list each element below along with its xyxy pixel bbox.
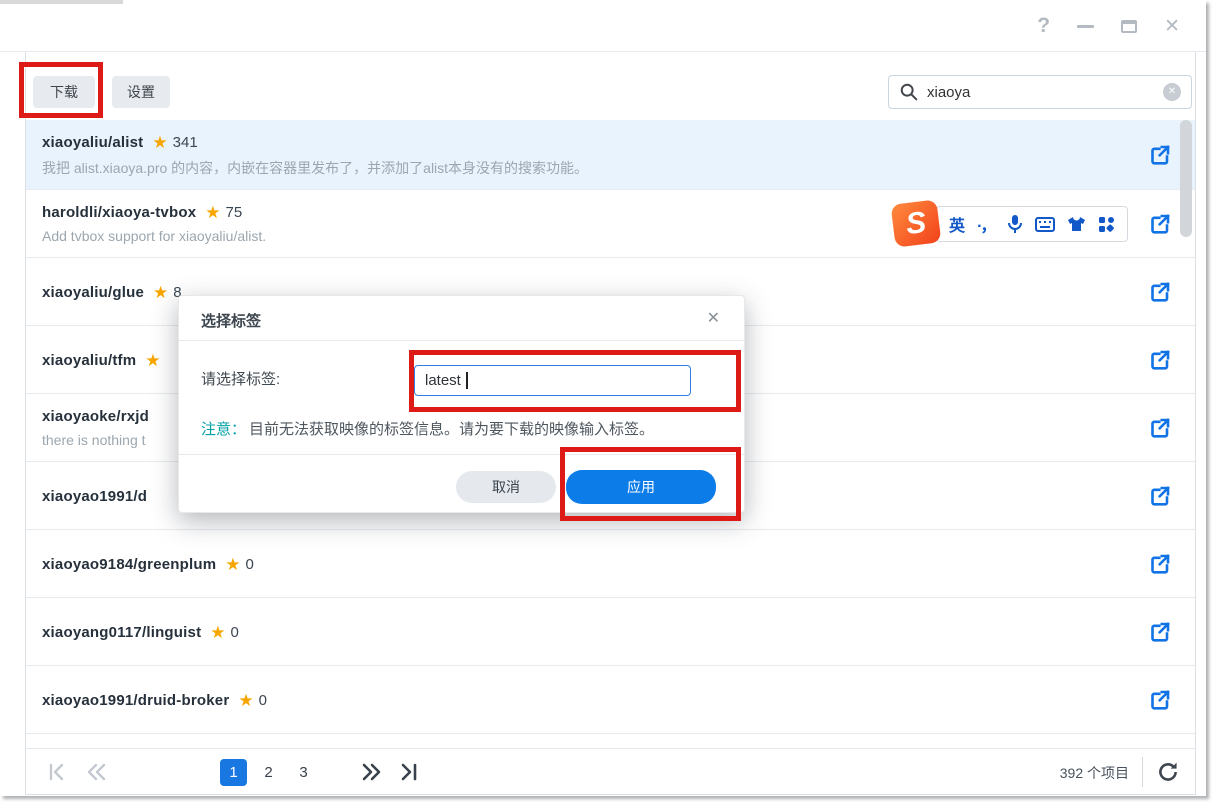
list-item[interactable]: xiaoyao1991/druid-broker 0 [26, 666, 1195, 734]
external-link-icon[interactable] [1148, 348, 1172, 372]
titlebar: ? ✕ [0, 0, 1206, 52]
star-icon [152, 134, 167, 151]
help-icon[interactable]: ? [1037, 14, 1050, 38]
ime-language-toggle[interactable]: 英 [949, 212, 965, 236]
repo-title: xiaoyaliu/glue [42, 284, 144, 301]
toolbox-icon[interactable] [1098, 216, 1115, 233]
skin-icon[interactable] [1067, 216, 1086, 232]
ime-toolbar[interactable]: 英 ·， [936, 206, 1128, 242]
page-number[interactable]: 2 [255, 759, 282, 786]
star-count: 0 [246, 556, 254, 573]
close-icon[interactable]: ✕ [1164, 15, 1180, 38]
mic-icon[interactable] [1007, 214, 1023, 234]
tab-settings[interactable]: 设置 [112, 76, 170, 108]
cancel-button[interactable]: 取消 [456, 471, 556, 503]
external-link-icon[interactable] [1148, 416, 1172, 440]
star-icon [205, 204, 220, 221]
list-item[interactable]: xiaoyaliu/alist 341 我把 alist.xiaoya.pro … [26, 120, 1195, 190]
text-cursor [466, 372, 468, 389]
external-link-icon[interactable] [1148, 212, 1172, 236]
pagination-bar: 1 2 3 392 个项目 [26, 748, 1195, 794]
star-icon [225, 556, 240, 573]
list-item[interactable]: xiaoyao9184/greenplum 0 [26, 530, 1195, 598]
punctuation-icon[interactable]: ·， [977, 212, 994, 236]
select-tag-dialog: 选择标签 ✕ 请选择标签: 注意： 目前无法获取映像的标签信息。请为要下载的映像… [178, 295, 745, 513]
external-link-icon[interactable] [1148, 620, 1172, 644]
tab-download[interactable]: 下载 [33, 76, 95, 108]
external-link-icon[interactable] [1148, 552, 1172, 576]
external-link-icon[interactable] [1148, 688, 1172, 712]
repo-title: xiaoyaliu/alist [42, 134, 143, 151]
repo-title: haroldli/xiaoya-tvbox [42, 204, 196, 221]
footer-divider [1142, 757, 1143, 787]
repo-title: xiaoyang0117/linguist [42, 624, 201, 641]
note-label: 注意： [201, 418, 246, 439]
search-input[interactable] [927, 84, 1163, 101]
star-icon [153, 284, 168, 301]
tag-input[interactable] [414, 365, 691, 396]
repo-title: xiaoyaoke/rxjd [42, 408, 149, 425]
external-link-icon[interactable] [1148, 484, 1172, 508]
dialog-close-icon[interactable]: ✕ [707, 308, 720, 328]
external-link-icon[interactable] [1148, 143, 1172, 167]
tag-input-label: 请选择标签: [201, 368, 280, 389]
apply-button[interactable]: 应用 [566, 470, 716, 504]
search-box: ✕ [888, 75, 1192, 109]
keyboard-icon[interactable] [1035, 217, 1055, 232]
total-items-label: 392 个项目 [1060, 763, 1129, 783]
dialog-title: 选择标签 [201, 310, 261, 331]
repo-description: 我把 alist.xiaoya.pro 的内容，内嵌在容器里发布了，并添加了al… [42, 158, 1195, 178]
note-text: 目前无法获取映像的标签信息。请为要下载的映像输入标签。 [249, 418, 654, 439]
page-number[interactable]: 3 [290, 759, 317, 786]
page-number-active[interactable]: 1 [220, 759, 247, 786]
search-icon [899, 82, 919, 102]
dialog-footer: 取消 应用 [179, 454, 744, 513]
repo-title: xiaoyao1991/druid-broker [42, 692, 229, 709]
star-icon [145, 352, 160, 369]
scrollbar-thumb[interactable] [1180, 120, 1192, 237]
page-last-icon[interactable] [396, 760, 420, 784]
repo-title: xiaoyao1991/d [42, 488, 147, 505]
minimize-icon[interactable] [1077, 25, 1094, 28]
repo-title: xiaoyaliu/tfm [42, 352, 136, 369]
page-prev-icon[interactable] [84, 760, 108, 784]
star-count: 341 [173, 134, 198, 151]
window-edge-artifact [0, 0, 123, 4]
list-item[interactable]: xiaoyang0117/linguist 0 [26, 598, 1195, 666]
sogou-logo-icon[interactable]: S [891, 199, 942, 247]
clear-search-icon[interactable]: ✕ [1163, 83, 1181, 101]
dialog-header: 选择标签 ✕ [179, 296, 744, 341]
external-link-icon[interactable] [1148, 280, 1172, 304]
star-count: 75 [226, 204, 243, 221]
repo-title: xiaoyao9184/greenplum [42, 556, 216, 573]
star-icon [210, 624, 225, 641]
page-next-icon[interactable] [359, 760, 383, 784]
star-icon [238, 692, 253, 709]
maximize-icon[interactable] [1121, 20, 1137, 33]
star-count: 0 [259, 692, 267, 709]
star-count: 0 [231, 624, 239, 641]
page-first-icon[interactable] [46, 760, 70, 784]
refresh-icon[interactable] [1156, 760, 1180, 784]
